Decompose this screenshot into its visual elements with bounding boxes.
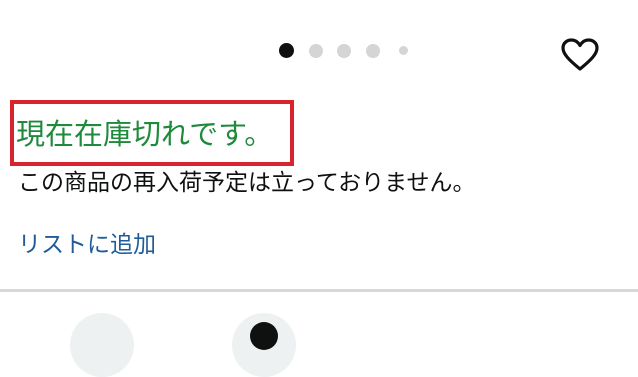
section-divider — [0, 289, 638, 292]
restock-note: この商品の再入荷予定は立っておりません。 — [18, 170, 476, 196]
carousel-dot[interactable] — [366, 44, 380, 58]
add-to-list-link[interactable]: リストに追加 — [18, 228, 156, 262]
availability-status: 現在在庫切れです。 — [16, 117, 274, 151]
bottom-action-button[interactable] — [70, 313, 134, 377]
wishlist-heart-button[interactable] — [561, 38, 599, 72]
carousel-dot[interactable] — [337, 44, 351, 58]
heart-outline-icon — [561, 38, 599, 71]
carousel-dot[interactable] — [309, 44, 323, 58]
circle-button-icon — [250, 322, 278, 350]
carousel-dot-small[interactable] — [399, 46, 408, 55]
carousel-dot-active[interactable] — [279, 43, 294, 58]
